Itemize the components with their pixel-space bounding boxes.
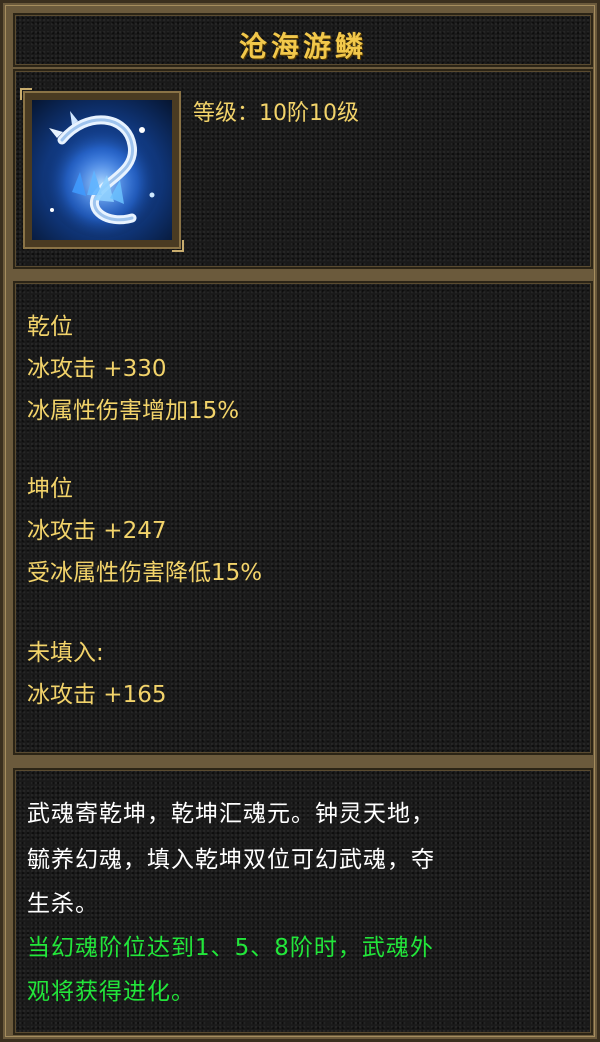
ice-dragon-icon (32, 100, 172, 240)
title-bar: 沧海游鳞 (13, 13, 593, 67)
item-header-panel: 等级：10阶10级 (13, 69, 593, 269)
qian-ice-damage-bonus: 冰属性伤害增加15% (27, 398, 240, 424)
evolution-note: 当幻魂阶位达到1、5、8阶时，武魂外 (27, 935, 434, 961)
item-name: 沧海游鳞 (238, 30, 367, 63)
description-line: 武魂寄乾坤，乾坤汇魂元。钟灵天地， (27, 801, 435, 827)
item-level: 等级：10阶10级 (193, 101, 359, 126)
description-line: 生杀。 (27, 891, 99, 917)
unfilled-header: 未填入: (27, 640, 104, 666)
description-line: 毓养幻魂，填入乾坤双位可幻武魂，夺 (27, 847, 435, 873)
kun-position-header: 坤位 (27, 476, 73, 502)
evolution-note: 观将获得进化。 (27, 979, 195, 1005)
stats-panel: 乾位 冰攻击 +330 冰属性伤害增加15% 坤位 冰攻击 +247 受冰属性伤… (13, 281, 593, 755)
item-icon-frame (20, 88, 184, 252)
kun-ice-attack: 冰攻击 +247 (27, 518, 167, 544)
kun-ice-damage-reduction: 受冰属性伤害降低15% (27, 560, 263, 586)
qian-ice-attack: 冰攻击 +330 (27, 356, 167, 382)
description-panel: 武魂寄乾坤，乾坤汇魂元。钟灵天地， 毓养幻魂，填入乾坤双位可幻武魂，夺 生杀。 … (13, 768, 593, 1035)
unfilled-ice-attack: 冰攻击 +165 (27, 682, 167, 708)
qian-position-header: 乾位 (27, 314, 73, 340)
tooltip-frame: 沧海游鳞 等级：10阶10级 乾位 冰攻击 +330 冰属性伤害增加15% 坤位… (0, 0, 600, 1042)
